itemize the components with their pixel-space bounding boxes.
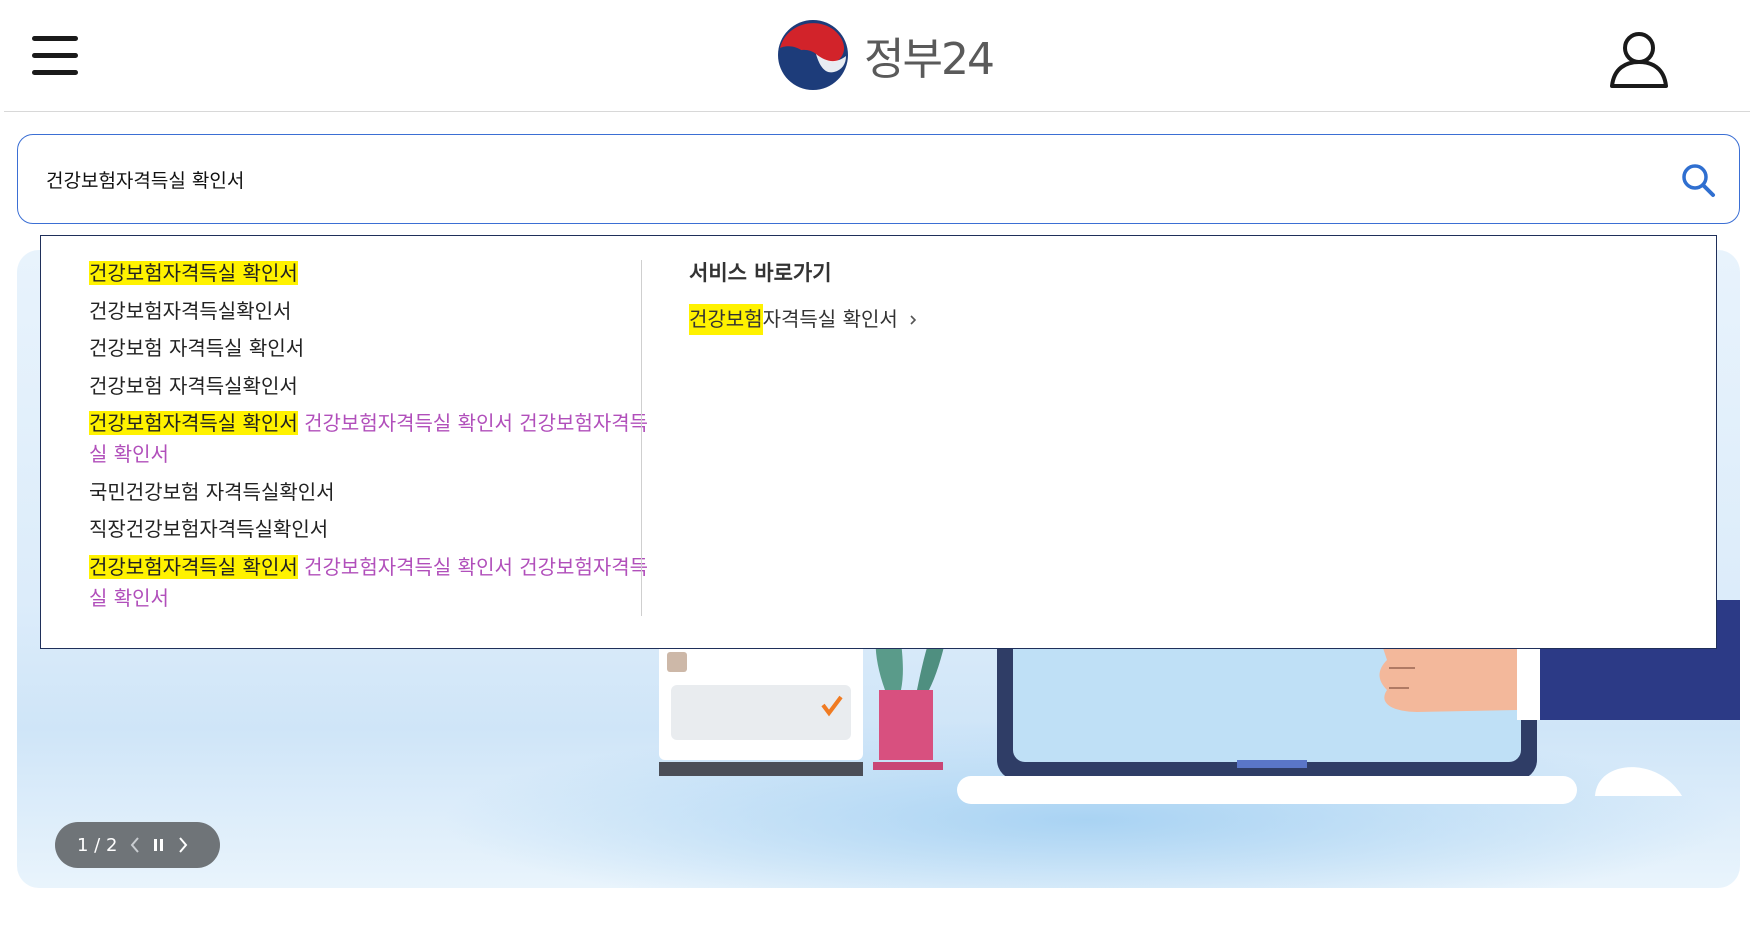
slide-control: 1 / 2: [55, 822, 220, 868]
suggestion-item[interactable]: 건강보험자격득실 확인서 건강보험자격득실 확인서 건강보험자격득실 확인서: [89, 408, 649, 470]
search-input[interactable]: [46, 159, 1626, 199]
service-shortcuts: 서비스 바로가기 건강보험 자격득실 확인서: [689, 258, 1589, 335]
hamburger-menu-icon[interactable]: [32, 34, 80, 80]
suggestion-item[interactable]: 국민건강보험 자격득실확인서: [89, 477, 649, 508]
search-icon[interactable]: [1679, 161, 1717, 199]
slide-counter: 1 / 2: [77, 834, 118, 856]
logo-text: 정부24: [864, 34, 995, 85]
suggestion-item[interactable]: 직장건강보험자격득실확인서: [89, 514, 649, 545]
chevron-left-icon[interactable]: [129, 836, 141, 854]
service-link[interactable]: 건강보험 자격득실 확인서: [689, 304, 918, 335]
taegeuk-logo-icon: [778, 20, 848, 90]
suggestion-item[interactable]: 건강보험자격득실 확인서 건강보험자격득실 확인서 건강보험자격득실 확인서: [89, 552, 649, 614]
pause-icon[interactable]: [153, 837, 165, 853]
chevron-right-icon[interactable]: [177, 836, 189, 854]
service-shortcuts-title: 서비스 바로가기: [689, 261, 832, 285]
suggestion-item[interactable]: 건강보험 자격득실확인서: [89, 371, 649, 402]
search-autocomplete-dropdown: 건강보험자격득실 확인서 건강보험자격득실확인서 건강보험 자격득실 확인서 건…: [40, 235, 1717, 649]
suggestion-list: 건강보험자격득실 확인서 건강보험자격득실확인서 건강보험 자격득실 확인서 건…: [89, 258, 649, 620]
user-icon[interactable]: [1608, 30, 1670, 88]
column-divider: [641, 260, 642, 616]
logo[interactable]: 정부24: [776, 16, 995, 94]
suggestion-item[interactable]: 건강보험 자격득실 확인서: [89, 333, 649, 364]
search-box: [17, 134, 1740, 224]
suggestion-item[interactable]: 건강보험자격득실 확인서: [89, 258, 649, 289]
suggestion-item[interactable]: 건강보험자격득실확인서: [89, 296, 649, 327]
chevron-right-icon: [908, 313, 918, 327]
page: 정부24 건강보험자격득실 확인서 1 / 2 건강보험자격득실 확인서 건강보…: [0, 0, 1754, 928]
top-header: 정부24: [4, 0, 1750, 112]
